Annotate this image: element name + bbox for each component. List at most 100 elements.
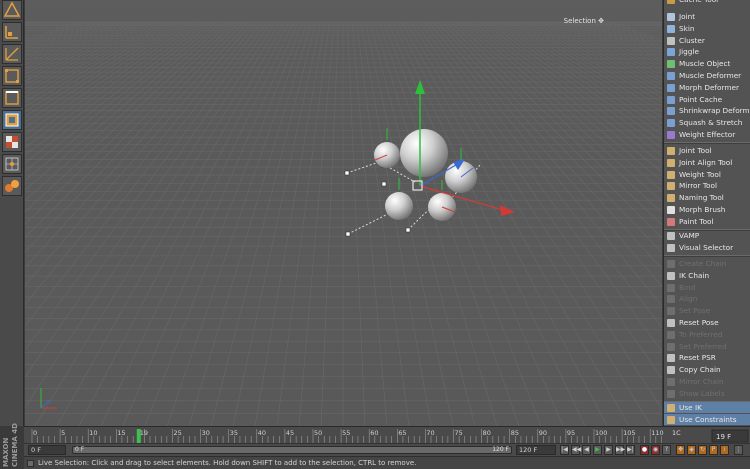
character-menu-item[interactable]: Naming Tool: [664, 192, 750, 203]
logo-line1: MAXON: [2, 437, 10, 467]
timeline-tick-label: 90: [539, 429, 547, 437]
sphere-large[interactable]: [400, 129, 448, 177]
character-menu-item[interactable]: Mirror Tool: [664, 180, 750, 191]
record-button[interactable]: ●: [640, 445, 649, 455]
key-parameter-button[interactable]: P: [709, 445, 718, 455]
character-menu-item[interactable]: Reset PSR: [664, 352, 750, 363]
character-menu-item: Bind: [664, 282, 750, 293]
timeline-tick-label: 105: [623, 429, 635, 437]
squash-stretch-icon: [667, 119, 675, 128]
set-pose-icon: [667, 307, 675, 316]
keyframe-selection-button[interactable]: ?: [662, 445, 671, 455]
key-pla-button[interactable]: ⁞: [720, 445, 729, 455]
timeline-tick-label: 95: [567, 429, 575, 437]
frame-range-slider[interactable]: 0 F 120 F: [72, 446, 512, 454]
polygons-mode-icon[interactable]: [2, 110, 22, 130]
selection-mode-text: Selection: [563, 17, 596, 25]
model-mode-icon[interactable]: [2, 0, 22, 20]
key-position-button[interactable]: ✥: [676, 445, 685, 455]
next-frame-button[interactable]: ▶: [604, 445, 613, 455]
3d-viewport[interactable]: Selection ✥: [25, 0, 662, 426]
character-menu-item: Mirror Chain: [664, 376, 750, 387]
vamp-icon: [667, 232, 675, 240]
character-menu-item[interactable]: Joint Align Tool: [664, 157, 750, 168]
goto-end-button[interactable]: ▶|: [626, 445, 635, 455]
timeline-tick-label: 10: [89, 429, 97, 437]
joint-handle[interactable]: [344, 170, 350, 176]
character-menu-item[interactable]: Cache Tool: [664, 0, 750, 5]
character-menu-item[interactable]: Shrinkwrap Deformer: [664, 105, 750, 116]
timeline-tick-label: 80: [483, 429, 491, 437]
floor-grid: [25, 21, 662, 426]
character-menu-label: Point Cache: [679, 94, 723, 104]
timeline-tick-label: 30: [202, 429, 210, 437]
timeline-tick-label: 100: [595, 429, 607, 437]
goto-start-button[interactable]: |◀: [560, 445, 569, 455]
character-menu-label: Show Labels: [679, 388, 725, 398]
checker-icon[interactable]: [2, 132, 22, 152]
character-menu-item[interactable]: Weight Effector: [664, 129, 750, 140]
character-menu-label: Squash & Stretch: [679, 118, 743, 128]
morph-deformer-icon: [667, 83, 675, 92]
sphere-bottom-left[interactable]: [385, 192, 413, 220]
left-toolbar: [0, 0, 24, 426]
edges-mode-icon[interactable]: [2, 88, 22, 108]
next-key-button[interactable]: ▶▶: [615, 445, 625, 455]
character-menu-label: Mirror Chain: [679, 377, 724, 386]
scene-objects[interactable]: [344, 80, 515, 237]
character-menu-item[interactable]: Skin: [664, 23, 750, 34]
character-menu-item[interactable]: Copy Chain: [664, 364, 750, 375]
character-menu-item[interactable]: Jiggle: [664, 46, 750, 57]
playhead[interactable]: [136, 429, 141, 443]
character-menu-label: Bind: [679, 282, 696, 292]
workplane-mode-icon[interactable]: [2, 44, 22, 64]
x-axis-handle[interactable]: [500, 205, 515, 216]
character-menu-item[interactable]: Joint Tool: [664, 145, 750, 156]
timeline-options-button[interactable]: ⋮: [734, 445, 743, 455]
range-start-label: 0 F: [75, 446, 85, 453]
character-menu-item[interactable]: Muscle Object: [664, 58, 750, 69]
character-menu-item[interactable]: Weight Tool: [664, 169, 750, 180]
character-menu-label: Cache Tool: [679, 0, 718, 4]
character-menu-item[interactable]: VAMP: [664, 230, 750, 241]
key-rotation-button[interactable]: ↻: [698, 445, 707, 455]
timeline-ruler[interactable]: 0 5 10 15 19 25 30 35 40 45 50 55 60 65 70 75 80 85 90 95 10…: [24, 426, 750, 443]
range-end-label: 120 F: [492, 446, 509, 453]
character-menu-item[interactable]: Use Constraints: [664, 413, 750, 425]
prev-frame-button[interactable]: ◀: [582, 445, 591, 455]
key-scale-button[interactable]: ◈: [687, 445, 696, 455]
joint-align-tool-icon: [667, 158, 675, 167]
sculpt-icon[interactable]: [2, 176, 22, 196]
autokey-button[interactable]: ◉: [651, 445, 660, 455]
character-menu-item[interactable]: Cluster: [664, 35, 750, 46]
character-menu-label: Visual Selector: [679, 242, 734, 252]
character-menu-item[interactable]: Point Cache: [664, 94, 750, 105]
character-menu-item[interactable]: Reset Pose: [664, 317, 750, 328]
character-menu-item[interactable]: Muscle Deformer: [664, 70, 750, 81]
character-menu-item[interactable]: Visual Selector: [664, 242, 750, 253]
play-button[interactable]: ▶: [593, 445, 602, 455]
character-menu-item[interactable]: Squash & Stretch: [664, 117, 750, 128]
copy-chain-icon: [667, 366, 675, 375]
joint-tool-icon: [667, 147, 675, 155]
status-bar: Live Selection: Click and drag to select…: [24, 456, 750, 469]
use-constraints-icon: [667, 415, 675, 424]
character-menu-item[interactable]: IK Chain: [664, 270, 750, 281]
character-menu-item[interactable]: Morph Deformer: [664, 82, 750, 93]
start-frame-field[interactable]: 0 F: [28, 445, 66, 455]
points-mode-icon[interactable]: [2, 66, 22, 86]
character-menu-item[interactable]: Use IK: [664, 402, 750, 413]
timeline-tick-label: 40: [258, 429, 266, 437]
character-menu-label: Mirror Tool: [679, 181, 717, 191]
character-menu-item[interactable]: Joint: [664, 11, 750, 22]
texture-mode-icon[interactable]: [2, 22, 22, 42]
mirror-chain-icon: [667, 378, 675, 386]
end-frame-field[interactable]: 120 F: [516, 445, 556, 455]
prev-key-button[interactable]: ◀◀: [571, 445, 581, 455]
character-menu-item[interactable]: Paint Tool: [664, 216, 750, 227]
character-menu-item[interactable]: Morph Brush: [664, 204, 750, 215]
timeline-tick-label: 50: [314, 429, 322, 437]
snap-icon[interactable]: [2, 154, 22, 174]
character-menu-label: To Preferred: [679, 329, 723, 339]
character-menu-label: Set Pose: [679, 306, 711, 316]
